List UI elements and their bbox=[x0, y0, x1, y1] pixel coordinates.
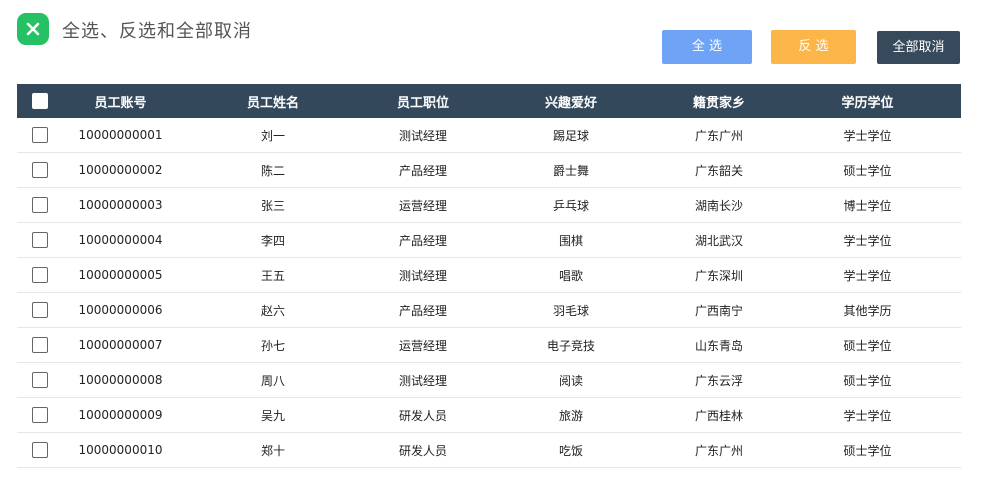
table-row[interactable]: 10000000002 陈二 产品经理 爵士舞 广东韶关 硕士学位 bbox=[17, 153, 961, 188]
employee-id: 10000000009 bbox=[78, 408, 163, 422]
employee-hometown: 广东广州 bbox=[694, 443, 743, 458]
select-all-button[interactable]: 全 选 bbox=[662, 30, 752, 64]
employee-id: 10000000001 bbox=[78, 128, 163, 142]
select-all-checkbox[interactable] bbox=[32, 93, 48, 109]
row-checkbox[interactable] bbox=[32, 162, 48, 178]
table-row[interactable]: 10000000005 王五 测试经理 唱歌 广东深圳 学士学位 bbox=[17, 258, 961, 293]
employee-hometown: 湖南长沙 bbox=[694, 198, 743, 213]
employee-position: 产品经理 bbox=[398, 163, 447, 178]
employee-hobby: 爵士舞 bbox=[552, 163, 589, 178]
row-checkbox[interactable] bbox=[32, 372, 48, 388]
row-checkbox[interactable] bbox=[32, 267, 48, 283]
employee-position: 测试经理 bbox=[398, 268, 447, 283]
table-row[interactable]: 10000000003 张三 运营经理 乒乓球 湖南长沙 博士学位 bbox=[17, 188, 961, 223]
employee-hometown: 山东青岛 bbox=[694, 338, 743, 353]
column-header: 员工账号 bbox=[94, 95, 147, 111]
employee-hometown: 广西南宁 bbox=[694, 303, 743, 318]
table-row[interactable]: 10000000008 周八 测试经理 阅读 广东云浮 硕士学位 bbox=[17, 363, 961, 398]
employee-name: 周八 bbox=[260, 373, 285, 388]
employee-hobby: 围棋 bbox=[558, 233, 583, 248]
employee-position: 产品经理 bbox=[398, 233, 447, 248]
employee-hometown: 广东广州 bbox=[694, 128, 743, 143]
table-header: 员工账号 员工姓名 员工职位 兴趣爱好 籍贯家乡 学历学位 bbox=[17, 84, 961, 118]
employee-hobby: 吃饭 bbox=[558, 443, 583, 458]
employee-id: 10000000006 bbox=[78, 303, 163, 317]
employee-name: 吴九 bbox=[260, 408, 285, 423]
employee-degree: 学士学位 bbox=[843, 408, 892, 423]
cancel-all-button[interactable]: 全部取消 bbox=[877, 31, 960, 64]
employee-name: 刘一 bbox=[260, 128, 285, 143]
employee-id: 10000000003 bbox=[78, 198, 163, 212]
employee-id: 10000000008 bbox=[78, 373, 163, 387]
employee-name: 郑十 bbox=[260, 443, 285, 458]
close-icon bbox=[26, 22, 40, 36]
employee-hometown: 广东韶关 bbox=[694, 163, 743, 178]
employee-degree: 学士学位 bbox=[843, 128, 892, 143]
column-header: 员工姓名 bbox=[246, 95, 299, 111]
table-row[interactable]: 10000000001 刘一 测试经理 踢足球 广东广州 学士学位 bbox=[17, 118, 961, 153]
employee-hobby: 旅游 bbox=[558, 408, 583, 423]
invert-selection-button[interactable]: 反 选 bbox=[771, 30, 856, 64]
column-header: 员工职位 bbox=[396, 95, 449, 111]
employee-name: 赵六 bbox=[260, 303, 285, 318]
employee-position: 运营经理 bbox=[398, 198, 447, 213]
employee-hobby: 电子竞技 bbox=[546, 338, 595, 353]
employee-id: 10000000010 bbox=[78, 443, 163, 457]
employee-id: 10000000007 bbox=[78, 338, 163, 352]
employee-hometown: 广西桂林 bbox=[694, 408, 743, 423]
employee-hometown: 广东云浮 bbox=[694, 373, 743, 388]
employee-hometown: 广东深圳 bbox=[694, 268, 743, 283]
row-checkbox[interactable] bbox=[32, 442, 48, 458]
employee-degree: 硕士学位 bbox=[843, 373, 892, 388]
employee-hometown: 湖北武汉 bbox=[694, 233, 743, 248]
employee-position: 运营经理 bbox=[398, 338, 447, 353]
employee-name: 张三 bbox=[260, 198, 285, 213]
employee-degree: 学士学位 bbox=[843, 268, 892, 283]
employee-hobby: 羽毛球 bbox=[552, 303, 589, 318]
employee-degree: 其他学历 bbox=[843, 303, 892, 318]
close-app-icon bbox=[17, 13, 49, 45]
employee-position: 测试经理 bbox=[398, 128, 447, 143]
employee-id: 10000000002 bbox=[78, 163, 163, 177]
employee-id: 10000000005 bbox=[78, 268, 163, 282]
table-row[interactable]: 10000000009 吴九 研发人员 旅游 广西桂林 学士学位 bbox=[17, 398, 961, 433]
employee-position: 研发人员 bbox=[398, 408, 447, 423]
employee-id: 10000000004 bbox=[78, 233, 163, 247]
column-header: 兴趣爱好 bbox=[544, 95, 597, 111]
row-checkbox[interactable] bbox=[32, 232, 48, 248]
employee-name: 孙七 bbox=[260, 338, 285, 353]
column-header: 学历学位 bbox=[841, 95, 894, 111]
row-checkbox[interactable] bbox=[32, 407, 48, 423]
employee-degree: 硕士学位 bbox=[843, 443, 892, 458]
table-row[interactable]: 10000000004 李四 产品经理 围棋 湖北武汉 学士学位 bbox=[17, 223, 961, 258]
employee-hobby: 阅读 bbox=[558, 373, 583, 388]
row-checkbox[interactable] bbox=[32, 127, 48, 143]
employee-degree: 硕士学位 bbox=[843, 163, 892, 178]
employee-hobby: 乒乓球 bbox=[552, 198, 589, 213]
employee-hobby: 唱歌 bbox=[558, 268, 583, 283]
employee-name: 李四 bbox=[260, 233, 285, 248]
table-row[interactable]: 10000000010 郑十 研发人员 吃饭 广东广州 硕士学位 bbox=[17, 433, 961, 468]
row-checkbox[interactable] bbox=[32, 337, 48, 353]
table-row[interactable]: 10000000007 孙七 运营经理 电子竞技 山东青岛 硕士学位 bbox=[17, 328, 961, 363]
row-checkbox[interactable] bbox=[32, 302, 48, 318]
employee-degree: 学士学位 bbox=[843, 233, 892, 248]
table-row[interactable]: 10000000006 赵六 产品经理 羽毛球 广西南宁 其他学历 bbox=[17, 293, 961, 328]
employee-degree: 硕士学位 bbox=[843, 338, 892, 353]
row-checkbox[interactable] bbox=[32, 197, 48, 213]
employee-table: 员工账号 员工姓名 员工职位 兴趣爱好 籍贯家乡 学历学位 1000000000… bbox=[17, 84, 961, 468]
column-header: 籍贯家乡 bbox=[692, 95, 745, 111]
employee-name: 陈二 bbox=[260, 163, 285, 178]
employee-position: 测试经理 bbox=[398, 373, 447, 388]
employee-hobby: 踢足球 bbox=[552, 128, 589, 143]
employee-degree: 博士学位 bbox=[843, 198, 892, 213]
employee-position: 产品经理 bbox=[398, 303, 447, 318]
employee-name: 王五 bbox=[260, 268, 285, 283]
employee-position: 研发人员 bbox=[398, 443, 447, 458]
page-title: 全选、反选和全部取消 bbox=[62, 21, 252, 42]
